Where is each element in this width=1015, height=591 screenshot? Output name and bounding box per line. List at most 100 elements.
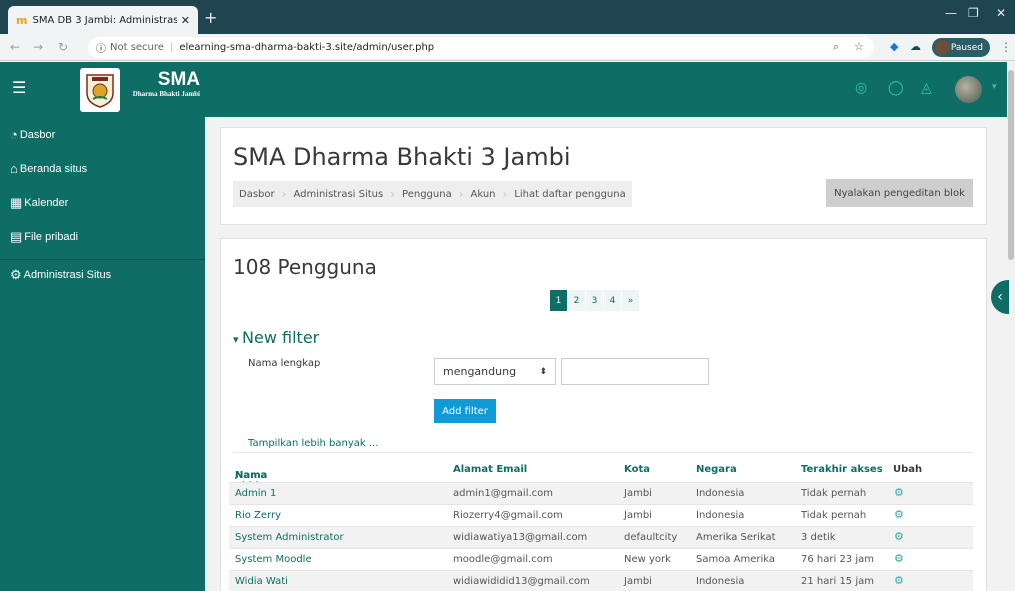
zoom-icon[interactable]: ⌕ <box>833 40 839 54</box>
user-last-access: 76 hari 23 jam <box>801 554 874 565</box>
filter-value-input[interactable] <box>561 358 709 385</box>
tab-close-icon[interactable]: ✕ <box>181 14 190 27</box>
user-last-access: Tidak pernah <box>801 488 867 499</box>
filter-heading: New filter <box>242 328 320 347</box>
edit-blocks-button[interactable]: Nyalakan pengeditan blok <box>826 179 973 207</box>
user-name-link[interactable]: Rio Zerry <box>235 510 281 521</box>
minimize-icon[interactable]: — <box>945 6 957 20</box>
edit-user-gear-icon[interactable]: ⚙ <box>894 552 904 565</box>
profile-paused-button[interactable]: Paused <box>932 38 990 57</box>
edit-user-gear-icon[interactable]: ⚙ <box>894 530 904 543</box>
window-close-icon[interactable]: ✕ <box>996 6 1006 20</box>
new-tab-button[interactable]: + <box>204 8 217 27</box>
next-page-link[interactable]: » <box>622 290 639 311</box>
sort-email-link[interactable]: Alamat Email <box>453 464 527 475</box>
sort-city-link[interactable]: Kota <box>624 464 650 475</box>
page-3-link[interactable]: 3 <box>586 290 603 311</box>
user-name-link[interactable]: Widia Wati <box>235 576 288 587</box>
users-count-heading: 108 Pengguna <box>233 255 377 279</box>
hamburger-menu-icon[interactable]: ☰ <box>12 78 26 97</box>
edit-user-gear-icon[interactable]: ⚙ <box>894 574 904 587</box>
extension-icon[interactable]: ◆ <box>890 40 898 53</box>
profile-status: Paused <box>950 42 983 53</box>
notifications-bell-icon[interactable]: ◬ <box>921 80 932 96</box>
user-country: Indonesia <box>696 510 745 521</box>
url-text: elearning-sma-dharma-bakti-3.site/admin/… <box>179 42 435 53</box>
user-name-link[interactable]: Admin 1 <box>235 488 276 499</box>
language-globe-icon[interactable]: ◎ <box>855 80 867 96</box>
page-4-link[interactable]: 4 <box>604 290 621 311</box>
sidebar-item-file-pribadi[interactable]: ▤ File pribadi <box>10 229 78 245</box>
sidebar-item-administrasi-situs[interactable]: ⚙ Administrasi Situs <box>10 267 111 283</box>
breadcrumb-item-pengguna[interactable]: Pengguna <box>402 189 452 200</box>
breadcrumb-item-akun[interactable]: Akun <box>471 189 496 200</box>
sidebar-divider <box>0 259 205 260</box>
user-city: Jambi <box>624 510 652 521</box>
bookmark-star-icon[interactable]: ☆ <box>854 40 864 53</box>
breadcrumb-chevron-icon: › <box>281 187 287 201</box>
user-name-link[interactable]: System Moodle <box>235 554 312 565</box>
school-crest-icon <box>86 74 114 108</box>
table-row: System Moodle moodle@gmail.com New york … <box>229 548 973 570</box>
user-email: moodle@gmail.com <box>453 554 553 565</box>
divider <box>233 452 973 453</box>
scrollbar-thumb[interactable] <box>1008 70 1014 260</box>
user-name-link[interactable]: System Administrator <box>235 532 344 543</box>
moodle-favicon-icon: m <box>16 13 28 27</box>
sort-country-link[interactable]: Negara <box>696 464 737 475</box>
restore-icon[interactable]: ❐ <box>968 6 979 20</box>
filter-operator-select[interactable]: mengandung ⬍ <box>434 358 556 385</box>
pagination: 1 2 3 4 » <box>550 290 640 311</box>
page-2-link[interactable]: 2 <box>568 290 585 311</box>
user-last-access: Tidak pernah <box>801 510 867 521</box>
browser-tab[interactable]: m SMA DB 3 Jambi: Administrasi: Pe ✕ <box>8 6 198 34</box>
page-1-link[interactable]: 1 <box>550 290 567 311</box>
table-row: Widia Wati widiawididid13@gmail.com Jamb… <box>229 570 973 591</box>
edit-user-gear-icon[interactable]: ⚙ <box>894 508 904 521</box>
cloud-extension-icon[interactable]: ☁ <box>910 40 921 53</box>
breadcrumb-item-dasbor[interactable]: Dasbor <box>239 189 275 200</box>
open-drawer-chevron-icon[interactable]: ‹ <box>991 280 1009 314</box>
address-bar: ← → ↻ ⓘ Not secure | elearning-sma-dharm… <box>0 34 1015 61</box>
sidebar-item-label: Dasbor <box>19 128 56 141</box>
user-avatar[interactable] <box>955 76 982 103</box>
user-country: Amerika Serikat <box>696 532 776 543</box>
add-filter-button[interactable]: Add filter <box>434 399 496 423</box>
sidebar-item-beranda-situs[interactable]: ⌂ Beranda situs <box>10 161 87 176</box>
show-more-link[interactable]: Tampilkan lebih banyak ... <box>248 438 378 449</box>
user-city: Jambi <box>624 576 652 587</box>
info-icon[interactable]: ⓘ <box>96 40 106 55</box>
select-arrows-icon: ⬍ <box>539 366 547 377</box>
calendar-icon: ▦ <box>10 195 23 210</box>
url-separator: | <box>169 42 174 53</box>
table-row: Admin 1 admin1@gmail.com Jambi Indonesia… <box>229 482 973 504</box>
brand[interactable]: SMA Dharma Bhakti Jambi <box>124 70 200 99</box>
sort-last-access-link[interactable]: Terakhir akses <box>801 464 883 475</box>
user-email: widiawatiya13@gmail.com <box>453 532 588 543</box>
filter-label: Nama lengkap <box>248 358 321 369</box>
sidebar-item-kalender[interactable]: ▦ Kalender <box>10 195 68 211</box>
url-field[interactable]: ⓘ Not secure | elearning-sma-dharma-bakt… <box>88 37 874 58</box>
back-icon[interactable]: ← <box>10 40 20 54</box>
new-filter-toggle[interactable]: ▾ New filter <box>233 328 319 347</box>
sidebar-item-dasbor[interactable]: ◔ Dasbor <box>10 127 55 142</box>
sidebar-item-label: File pribadi <box>24 231 79 243</box>
file-icon: ▤ <box>10 229 23 244</box>
profile-avatar <box>935 40 950 55</box>
sidebar-item-label: Administrasi Situs <box>23 269 112 281</box>
sidebar-item-label: Kalender <box>24 197 69 209</box>
forward-icon[interactable]: → <box>33 40 43 54</box>
breadcrumb-item-lihat-daftar-pengguna[interactable]: Lihat daftar pengguna <box>514 189 625 200</box>
edit-user-gear-icon[interactable]: ⚙ <box>894 486 904 499</box>
reload-icon[interactable]: ↻ <box>58 40 68 54</box>
gear-icon: ⚙ <box>10 267 22 282</box>
breadcrumb-item-administrasi-situs[interactable]: Administrasi Situs <box>293 189 383 200</box>
user-menu-caret-icon[interactable]: ▾ <box>992 82 997 92</box>
collapse-caret-icon: ▾ <box>233 333 243 346</box>
sidebar: ◔ Dasbor ⌂ Beranda situs ▦ Kalender ▤ Fi… <box>0 117 205 591</box>
school-logo[interactable] <box>80 68 120 112</box>
messages-icon[interactable]: ◯ <box>888 80 904 96</box>
user-city: defaultcity <box>624 532 678 543</box>
breadcrumb-chevron-icon: › <box>458 187 464 201</box>
browser-menu-icon[interactable]: ⋮ <box>1000 40 1012 54</box>
